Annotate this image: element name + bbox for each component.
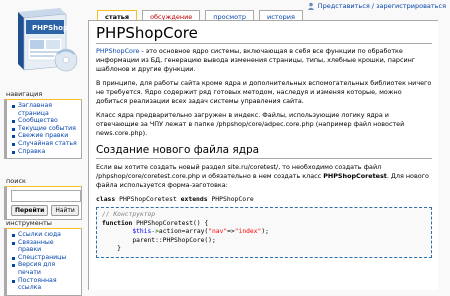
paragraph-principle: В принципе, для работы сайта кроме ядра … xyxy=(96,79,432,105)
class-declaration: class PHPShopCoretest extends PHPShopCor… xyxy=(96,195,438,203)
paragraph-create: Если вы хотите создать новый раздел site… xyxy=(96,163,432,190)
tool-what-links-here[interactable]: Ссылки сюда xyxy=(12,231,78,239)
code-close-brace: } xyxy=(117,245,121,252)
section-heading-new-core: Создание нового файла ядра xyxy=(96,144,432,159)
kw-class: class xyxy=(96,195,116,203)
user-icon xyxy=(307,2,314,10)
search-portlet: поиск Перейти Найти xyxy=(4,177,82,220)
code-this: $this xyxy=(132,228,152,235)
intro-text: - это основное ядро системы, включающая … xyxy=(96,47,416,73)
core-link[interactable]: PHPShopCore xyxy=(96,47,139,55)
code-comment: // Конструктор xyxy=(102,211,156,218)
code-arrow: -> xyxy=(151,228,159,235)
site-logo[interactable]: PHPShop xyxy=(4,4,82,78)
code-parent-call: parent::PHPShopCore(); xyxy=(132,236,216,244)
navigation-portlet: навигация Заглавная страница Сообщество … xyxy=(4,90,82,160)
toolbox-portlet: инструменты Ссылки сюда Связанные правки… xyxy=(4,219,82,296)
tool-printable-version[interactable]: Версия для печати xyxy=(12,261,78,276)
page-title: PHPShopCore xyxy=(96,25,432,44)
nav-random-article[interactable]: Случайная статья xyxy=(12,140,78,148)
nav-main-page[interactable]: Заглавная xyxy=(12,102,78,110)
search-button[interactable]: Найти xyxy=(51,205,79,216)
class-name: PHPShopCoretest xyxy=(323,172,387,180)
navigation-heading: навигация xyxy=(6,90,43,98)
search-input[interactable] xyxy=(11,190,81,202)
tool-permanent-link[interactable]: Постоянная ссылка xyxy=(12,277,78,292)
code-end: ); xyxy=(261,228,269,235)
paragraph-class: Класс ядра предварительно загружен в инд… xyxy=(96,111,405,137)
phpshop-box-logo: PHPShop xyxy=(18,8,78,72)
toolbox-heading: инструменты xyxy=(6,219,52,227)
nav-help[interactable]: Справка xyxy=(12,148,78,156)
search-heading: поиск xyxy=(6,177,26,185)
tool-special-pages[interactable]: Спецстраницы xyxy=(12,254,78,262)
login-link[interactable]: Представиться / зарегистрироваться xyxy=(318,2,446,10)
code-function-kw: function xyxy=(102,219,133,227)
nav-current-events[interactable]: Текущие события xyxy=(12,125,78,133)
code-str-nav: "nav" xyxy=(208,228,228,235)
nav-recent-changes[interactable]: Свежие правки xyxy=(12,132,78,140)
paragraph-intro: PHPShopCore - это основное ядро системы,… xyxy=(96,47,432,74)
svg-text:PHPShop: PHPShop xyxy=(32,24,68,32)
article-content: PHPShopCore PHPShopCore - это основное я… xyxy=(88,20,438,290)
decl-parent: PHPShopCore xyxy=(207,195,254,203)
code-op: => xyxy=(227,228,235,235)
kw-extends: extends xyxy=(180,195,208,203)
nav-community[interactable]: Сообщество xyxy=(12,117,78,125)
code-str-index: "index" xyxy=(234,228,262,235)
code-action: action=array( xyxy=(158,228,209,235)
personal-tools: Представиться / зарегистрироваться xyxy=(307,2,446,10)
code-function-rest: PHPShopCoretest() { xyxy=(132,219,209,227)
decl-name: PHPShopCoretest xyxy=(115,195,181,203)
code-block: // Конструктор function PHPShopCoretest(… xyxy=(96,207,432,258)
go-button[interactable]: Перейти xyxy=(11,205,49,216)
tool-related-changes[interactable]: Связанные правки xyxy=(12,239,78,254)
